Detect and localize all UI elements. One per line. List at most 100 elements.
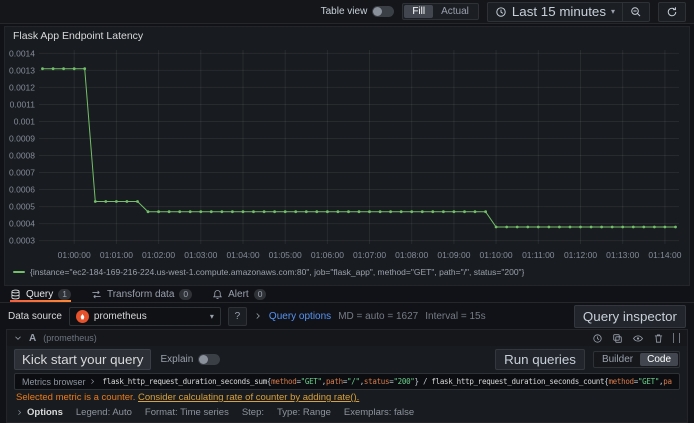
query-inspector-button[interactable]: Query inspector bbox=[573, 304, 686, 328]
promql-editor[interactable]: Metrics browser flask_http_request_durat… bbox=[14, 373, 680, 390]
query-options-toggle[interactable]: Query options bbox=[269, 311, 331, 322]
fill-button[interactable]: Fill bbox=[404, 5, 434, 18]
svg-text:0.0006: 0.0006 bbox=[9, 185, 35, 195]
query-toolbar-right: Run queries Builder Code bbox=[495, 349, 680, 370]
trash-icon[interactable] bbox=[653, 333, 664, 344]
explain-toggle[interactable] bbox=[198, 354, 221, 365]
tab-transform-label: Transform data bbox=[106, 288, 175, 300]
svg-text:01:09:00: 01:09:00 bbox=[437, 250, 470, 260]
kick-start-query-button[interactable]: Kick start your query bbox=[14, 349, 152, 370]
counter-warning-text: Selected metric is a counter. bbox=[16, 392, 136, 403]
metrics-browser-label: Metrics browser bbox=[22, 376, 86, 387]
tab-query[interactable]: Query 1 bbox=[10, 286, 71, 302]
chevron-right-icon bbox=[18, 410, 22, 415]
bell-icon bbox=[213, 289, 223, 299]
query-options-row: Options Legend: Auto Format: Time series… bbox=[7, 404, 687, 422]
zoom-out-button[interactable] bbox=[623, 1, 650, 22]
svg-text:01:07:00: 01:07:00 bbox=[353, 250, 386, 260]
latency-chart[interactable]: 0.0003 0.0004 0.0005 0.0006 0.0007 0.0008 0.00… bbox=[9, 44, 685, 266]
svg-text:0.0005: 0.0005 bbox=[9, 202, 35, 212]
copy-icon[interactable] bbox=[612, 333, 623, 344]
query-datasource-hint: (prometheus) bbox=[43, 333, 97, 343]
option-exemplars: Exemplars: false bbox=[343, 407, 415, 418]
tab-transform-data[interactable]: Transform data 0 bbox=[91, 286, 193, 302]
svg-text:01:11:00: 01:11:00 bbox=[522, 250, 555, 260]
builder-code-switch: Builder Code bbox=[592, 351, 680, 368]
svg-text:01:13:00: 01:13:00 bbox=[606, 250, 639, 260]
options-label: Options bbox=[27, 407, 63, 418]
query-row-actions bbox=[592, 333, 680, 344]
rate-hint-link[interactable]: Consider calculating rate of counter by … bbox=[138, 392, 359, 403]
refresh-icon bbox=[667, 6, 677, 16]
svg-text:01:10:00: 01:10:00 bbox=[480, 250, 513, 260]
tab-alert-label: Alert bbox=[228, 288, 249, 300]
tab-alert[interactable]: Alert 0 bbox=[212, 286, 267, 302]
svg-text:0.0008: 0.0008 bbox=[9, 151, 35, 161]
svg-text:01:08:00: 01:08:00 bbox=[395, 250, 428, 260]
actual-button[interactable]: Actual bbox=[433, 5, 477, 18]
magnifier-minus-icon bbox=[631, 6, 641, 16]
chevron-down-icon bbox=[15, 336, 21, 340]
prometheus-logo-icon bbox=[75, 309, 89, 323]
option-legend: Legend: Auto bbox=[75, 407, 132, 418]
chevron-down-icon: ▾ bbox=[209, 311, 214, 321]
explain-label: Explain bbox=[160, 354, 194, 365]
svg-text:0.001: 0.001 bbox=[14, 117, 36, 127]
promql-expression[interactable]: flask_http_request_duration_seconds_sum{… bbox=[103, 377, 672, 386]
svg-text:01:02:00: 01:02:00 bbox=[142, 250, 175, 260]
option-step: Step: bbox=[241, 407, 265, 418]
svg-text:01:05:00: 01:05:00 bbox=[269, 250, 302, 260]
svg-text:01:06:00: 01:06:00 bbox=[311, 250, 344, 260]
clock-icon bbox=[496, 6, 506, 17]
query-row-card: A (prometheus) Kick start your query Exp… bbox=[6, 329, 688, 423]
svg-text:0.0013: 0.0013 bbox=[9, 65, 35, 75]
code-mode-button[interactable]: Code bbox=[640, 353, 678, 366]
legend-series-swatch[interactable] bbox=[13, 271, 25, 273]
time-range-picker[interactable]: Last 15 minutes ▾ bbox=[486, 1, 623, 22]
legend-series-label[interactable]: {instance="ec2-184-169-216-224.us-west-1… bbox=[30, 267, 524, 277]
metrics-browser-toggle[interactable]: Metrics browser bbox=[22, 377, 96, 387]
time-controls: Last 15 minutes ▾ bbox=[486, 1, 650, 22]
edit-panel-toolbar: Table view Fill Actual Last 15 minutes ▾ bbox=[0, 0, 694, 24]
history-icon[interactable] bbox=[592, 333, 603, 344]
run-queries-button[interactable]: Run queries bbox=[495, 349, 585, 370]
svg-text:01:03:00: 01:03:00 bbox=[184, 250, 217, 260]
tab-transform-count: 0 bbox=[179, 288, 193, 300]
svg-text:0.0007: 0.0007 bbox=[9, 168, 35, 178]
chart-legend: {instance="ec2-184-169-216-224.us-west-1… bbox=[9, 266, 685, 278]
svg-text:01:12:00: 01:12:00 bbox=[564, 250, 597, 260]
chevron-down-icon: ▾ bbox=[610, 7, 615, 16]
explain-control: Explain bbox=[160, 354, 221, 365]
table-view-label: Table view bbox=[320, 6, 368, 17]
svg-text:01:14:00: 01:14:00 bbox=[648, 250, 681, 260]
query-row-header[interactable]: A (prometheus) bbox=[7, 330, 687, 346]
svg-text:0.0003: 0.0003 bbox=[9, 236, 35, 246]
svg-text:01:01:00: 01:01:00 bbox=[100, 250, 133, 260]
refresh-button[interactable] bbox=[658, 1, 686, 22]
svg-text:0.0011: 0.0011 bbox=[10, 100, 36, 110]
max-data-points-summary: MD = auto = 1627 bbox=[338, 310, 419, 322]
eye-icon[interactable] bbox=[632, 333, 644, 344]
tab-query-count: 1 bbox=[58, 288, 71, 300]
query-ref-id: A bbox=[29, 332, 37, 344]
time-range-label: Last 15 minutes bbox=[511, 4, 606, 19]
builder-mode-button[interactable]: Builder bbox=[595, 353, 640, 366]
counter-warning: Selected metric is a counter. Consider c… bbox=[7, 390, 687, 404]
database-icon bbox=[11, 289, 20, 299]
svg-text:0.0014: 0.0014 bbox=[9, 48, 35, 58]
drag-handle[interactable] bbox=[673, 333, 680, 343]
datasource-value: prometheus bbox=[93, 310, 147, 322]
panel-title: Flask App Endpoint Latency bbox=[13, 30, 144, 42]
option-format: Format: Time series bbox=[144, 407, 229, 418]
chevron-right-icon bbox=[256, 313, 260, 319]
fill-actual-group: Fill Actual bbox=[402, 3, 479, 20]
datasource-select[interactable]: prometheus ▾ bbox=[68, 306, 221, 326]
chevron-right-icon bbox=[90, 379, 94, 384]
transform-icon bbox=[92, 290, 101, 298]
option-type: Type: Range bbox=[277, 407, 331, 418]
options-toggle[interactable]: Options bbox=[16, 407, 63, 418]
svg-text:0.0009: 0.0009 bbox=[9, 134, 35, 144]
datasource-help-button[interactable]: ? bbox=[227, 306, 247, 326]
tab-query-label: Query bbox=[26, 288, 54, 300]
table-view-toggle[interactable] bbox=[372, 6, 395, 17]
